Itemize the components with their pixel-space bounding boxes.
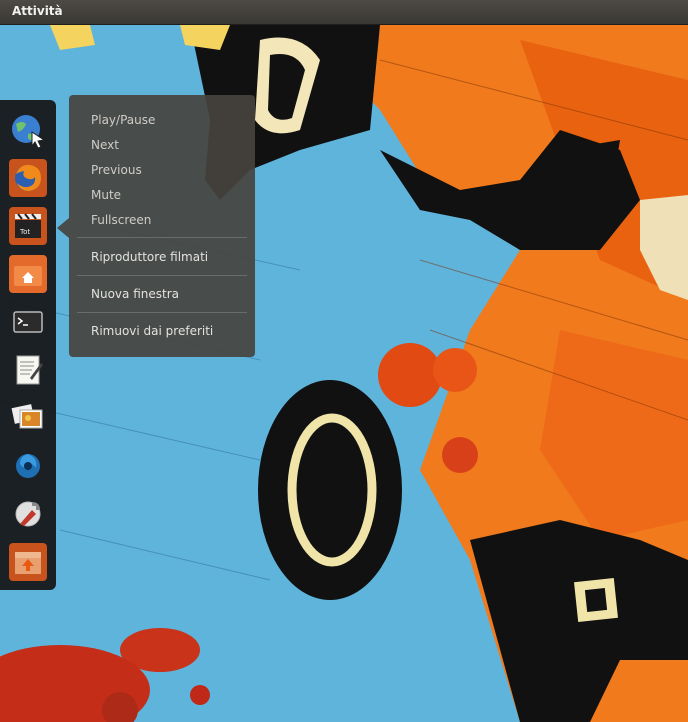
home-folder-icon[interactable] (6, 252, 50, 296)
menu-item-mute[interactable]: Mute (91, 188, 121, 202)
menu-item-new-window[interactable]: Nuova finestra (91, 287, 179, 301)
top-panel: Attività (0, 0, 688, 25)
menu-pointer (57, 218, 69, 238)
menu-separator (77, 237, 247, 238)
terminal-icon[interactable] (6, 300, 50, 344)
menu-item-remove-favorite[interactable]: Rimuovi dai preferiti (91, 324, 213, 338)
text-editor-icon[interactable] (6, 348, 50, 392)
menu-item-previous[interactable]: Previous (91, 163, 142, 177)
software-updater-icon[interactable] (6, 540, 50, 584)
browser-globe-icon[interactable] (6, 108, 50, 152)
svg-text:Tot: Tot (19, 228, 30, 236)
system-settings-icon[interactable] (6, 492, 50, 536)
menu-item-app-name[interactable]: Riproduttore filmati (91, 250, 208, 264)
menu-separator (77, 275, 247, 276)
menu-separator (77, 312, 247, 313)
image-viewer-icon[interactable] (6, 396, 50, 440)
launcher-quicklist-menu: Play/Pause Next Previous Mute Fullscreen… (69, 95, 255, 357)
launcher-dock: Tot (0, 100, 56, 590)
firefox-icon[interactable] (6, 156, 50, 200)
video-player-icon[interactable]: Tot (6, 204, 50, 248)
menu-item-next[interactable]: Next (91, 138, 119, 152)
shotwell-icon[interactable] (6, 444, 50, 488)
menu-item-fullscreen[interactable]: Fullscreen (91, 213, 151, 227)
menu-item-play-pause[interactable]: Play/Pause (91, 113, 155, 127)
activities-button[interactable]: Attività (12, 4, 63, 18)
